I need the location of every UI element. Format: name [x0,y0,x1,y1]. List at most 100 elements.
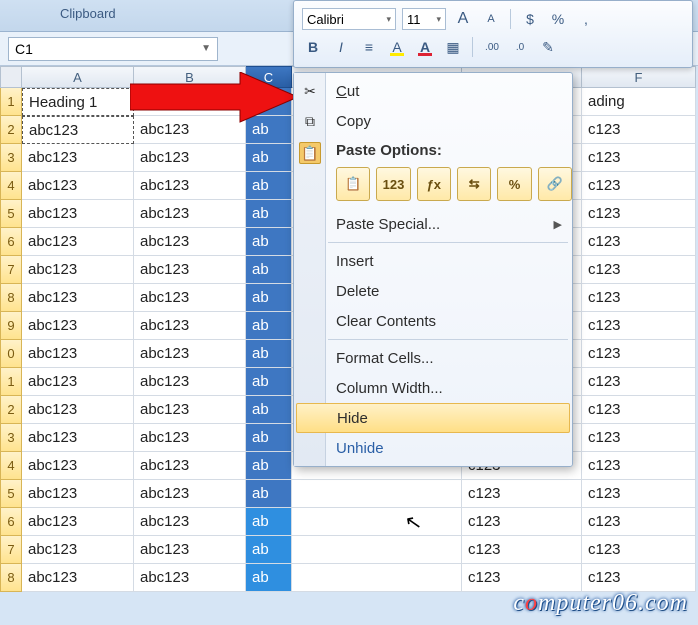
cell[interactable]: ab [246,396,292,424]
cell[interactable]: ab [246,312,292,340]
menu-copy[interactable]: ⧉ Copy [294,106,572,136]
cell[interactable]: abc123 [134,200,246,228]
shrink-font-button[interactable]: A [480,8,502,30]
cell[interactable]: c123 [462,536,582,564]
cell[interactable]: c123 [582,172,696,200]
cell[interactable]: abc123 [134,396,246,424]
cell[interactable]: ab [246,564,292,592]
cell[interactable]: ab [246,116,292,144]
cell[interactable]: c123 [582,340,696,368]
cell[interactable]: abc123 [22,536,134,564]
cell[interactable]: abc123 [134,228,246,256]
font-color-button[interactable]: A [414,36,436,58]
cell[interactable]: abc123 [22,144,134,172]
cell[interactable]: ab [246,424,292,452]
borders-button[interactable]: ▦ [442,36,464,58]
cell[interactable]: ab [246,508,292,536]
font-name-combo[interactable]: Calibri▾ [302,8,396,30]
paste-option-formatting[interactable]: % [497,167,531,201]
cell[interactable]: c123 [462,564,582,592]
cell[interactable]: ading [582,88,696,116]
cell[interactable]: c123 [582,396,696,424]
cell[interactable]: Heading 1 [22,88,134,116]
row-header[interactable]: 3 [0,424,22,452]
cell[interactable]: He [246,88,292,116]
row-header[interactable]: 3 [0,144,22,172]
cell[interactable]: abc123 [134,424,246,452]
cell[interactable]: abc123 [22,284,134,312]
cell[interactable]: abc123 [22,368,134,396]
menu-column-width[interactable]: Column Width... [294,373,572,403]
row-header[interactable]: 7 [0,256,22,284]
cell[interactable]: abc123 [22,564,134,592]
align-button[interactable]: ≡ [358,36,380,58]
name-box[interactable]: C1 ▼ [8,37,218,61]
cell[interactable]: c123 [582,116,696,144]
cell[interactable]: abc123 [134,508,246,536]
cell[interactable]: abc123 [22,340,134,368]
column-header-f[interactable]: F [582,66,696,88]
cell[interactable]: abc123 [22,172,134,200]
row-header[interactable]: 6 [0,508,22,536]
cell[interactable]: ab [246,172,292,200]
menu-clear-contents[interactable]: Clear Contents [294,306,572,336]
paste-option-all[interactable]: 📋 [336,167,370,201]
cell[interactable]: abc123 [22,228,134,256]
paste-option-link[interactable]: 🔗 [538,167,572,201]
cell[interactable]: ab [246,536,292,564]
cell[interactable]: ab [246,228,292,256]
row-header[interactable]: 8 [0,564,22,592]
column-header-a[interactable]: A [22,66,134,88]
paste-option-formulas[interactable]: ƒx [417,167,451,201]
cell[interactable]: c123 [582,228,696,256]
cell[interactable]: ab [246,144,292,172]
cell[interactable]: ab [246,284,292,312]
menu-cut[interactable]: ✂ Cut [294,76,572,106]
font-size-combo[interactable]: 11▾ [402,8,446,30]
cell[interactable]: abc123 [134,340,246,368]
cell[interactable]: abc123 [134,564,246,592]
cell[interactable]: c123 [582,312,696,340]
cell[interactable]: abc123 [22,200,134,228]
cell[interactable] [292,508,462,536]
cell[interactable]: c123 [582,480,696,508]
row-header[interactable]: 5 [0,480,22,508]
cell[interactable]: c123 [582,256,696,284]
cell[interactable]: ab [246,452,292,480]
menu-paste-special[interactable]: Paste Special... ▶ [294,209,572,239]
cell[interactable]: abc123 [134,256,246,284]
cell[interactable]: c123 [582,424,696,452]
cell[interactable]: c123 [582,536,696,564]
percent-button[interactable]: % [547,8,569,30]
cell[interactable]: abc123 [134,284,246,312]
menu-format-cells[interactable]: Format Cells... [294,343,572,373]
cell[interactable]: abc123 [22,508,134,536]
cell[interactable]: c123 [582,368,696,396]
italic-button[interactable]: I [330,36,352,58]
row-header[interactable]: 2 [0,396,22,424]
paste-option-transpose[interactable]: ⇆ [457,167,491,201]
increase-decimal-button[interactable]: .00 [481,36,503,58]
row-header[interactable]: 5 [0,200,22,228]
row-header[interactable]: 1 [0,368,22,396]
row-header[interactable]: 0 [0,340,22,368]
decrease-decimal-button[interactable]: .0 [509,36,531,58]
cell[interactable]: c123 [462,480,582,508]
select-all-corner[interactable] [0,66,22,88]
cell[interactable]: abc123 [22,452,134,480]
row-header[interactable]: 6 [0,228,22,256]
cell[interactable]: abc123 [22,312,134,340]
cell[interactable]: abc123 [134,172,246,200]
format-painter-button[interactable]: ✎ [537,36,559,58]
cell[interactable]: c123 [462,508,582,536]
menu-hide[interactable]: Hide [296,403,570,433]
row-header[interactable]: 7 [0,536,22,564]
fill-color-button[interactable]: A [386,36,408,58]
cell[interactable] [292,564,462,592]
row-header[interactable]: 9 [0,312,22,340]
cell[interactable]: ab [246,480,292,508]
row-header[interactable]: 8 [0,284,22,312]
menu-unhide[interactable]: Unhide [294,433,572,463]
row-header[interactable]: 4 [0,172,22,200]
cell[interactable] [292,480,462,508]
